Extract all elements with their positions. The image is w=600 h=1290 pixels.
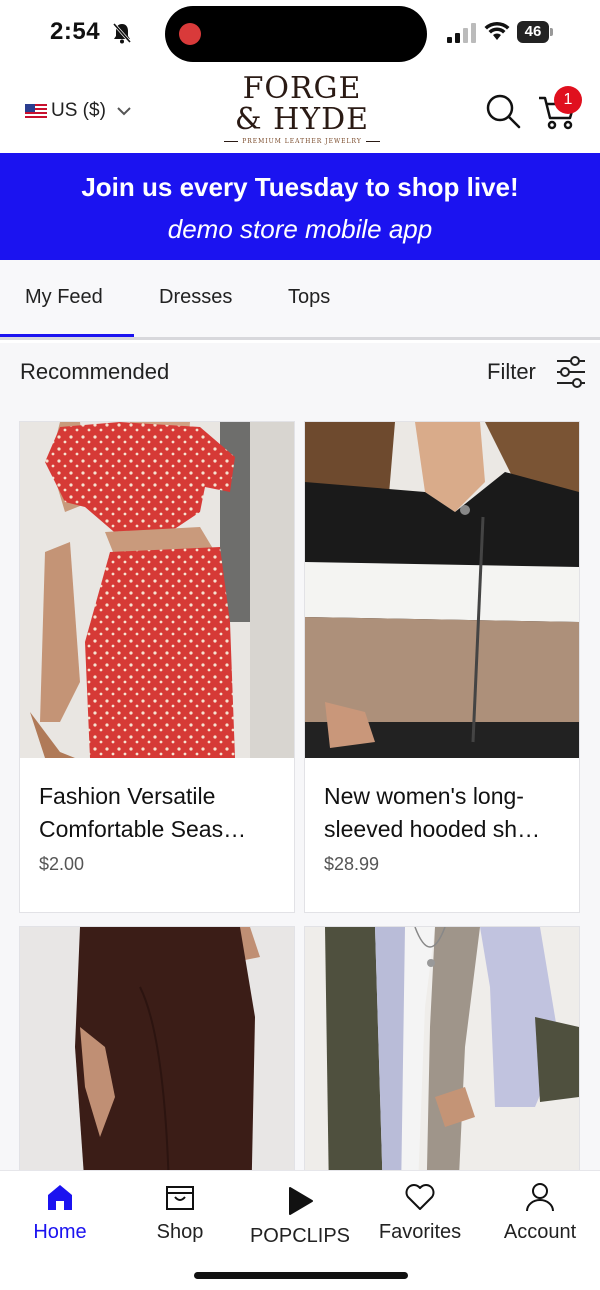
logo-line-1: FORGE — [242, 71, 362, 106]
product-card[interactable]: New women's long-sleeved hooded sh… $28.… — [304, 421, 580, 913]
wifi-icon — [484, 21, 510, 40]
logo-tagline: PREMIUM LEATHER JEWELRY — [222, 138, 382, 145]
nav-favorites[interactable]: Favorites — [360, 1171, 480, 1261]
product-price: $28.99 — [324, 854, 380, 874]
currency-selector[interactable]: US ($) — [25, 100, 132, 122]
product-title[interactable]: Fashion Versatile Comfortable Seas… — [39, 780, 279, 846]
signal-icon — [447, 23, 476, 43]
product-grid: Fashion Versatile Comfortable Seas… $2.0… — [0, 421, 600, 1170]
nav-home[interactable]: Home — [0, 1171, 120, 1261]
brand-logo[interactable]: FORGE & HYDE PREMIUM LEATHER JEWELRY — [222, 74, 382, 152]
nav-label-home: Home — [33, 1221, 87, 1243]
shopping-bag-icon — [166, 1186, 194, 1210]
filter-button[interactable]: Filter — [487, 359, 536, 385]
status-time: 2:54 — [50, 18, 101, 45]
app-header: US ($) FORGE & HYDE PREMIUM LEATHER JEWE… — [0, 66, 600, 153]
battery-indicator: 46 — [517, 21, 553, 43]
nav-popclips[interactable]: POPCLIPS — [240, 1171, 360, 1261]
recording-dot — [179, 23, 201, 45]
user-icon — [526, 1183, 554, 1212]
product-title[interactable]: New women's long-sleeved hooded sh… — [324, 780, 564, 846]
nav-account[interactable]: Account — [480, 1171, 600, 1261]
dynamic-island — [165, 6, 427, 62]
banner-subtitle: demo store mobile app — [167, 214, 433, 244]
product-card[interactable]: Fashion Versatile Comfortable Seas… $2.0… — [19, 421, 295, 913]
product-card[interactable] — [304, 926, 580, 1170]
search-icon[interactable] — [484, 92, 522, 130]
product-price: $2.00 — [39, 854, 85, 874]
logo-line-2: & HYDE — [234, 102, 370, 137]
product-card[interactable] — [19, 926, 295, 1170]
nav-label-popclips: POPCLIPS — [249, 1225, 351, 1247]
section-title: Recommended — [20, 359, 170, 384]
promo-banner[interactable]: Join us every Tuesday to shop live! demo… — [0, 153, 600, 260]
chevron-down-icon — [117, 107, 131, 116]
section-header: Recommended Filter — [0, 343, 600, 421]
flag-icon — [25, 104, 47, 118]
nav-shop[interactable]: Shop — [120, 1171, 240, 1261]
bell-slash-icon — [112, 23, 132, 44]
tab-my-feed[interactable]: My Feed — [25, 286, 103, 309]
category-tabs: My Feed Dresses Tops — [0, 260, 600, 340]
product-image[interactable] — [20, 422, 294, 758]
cart-count-badge: 1 — [554, 86, 582, 114]
status-bar: 2:54 46 — [0, 0, 600, 66]
battery-level: 46 — [517, 21, 549, 43]
nav-label-account: Account — [503, 1221, 577, 1243]
filter-sliders-icon[interactable] — [555, 355, 587, 389]
heart-icon — [405, 1184, 435, 1210]
currency-label: US ($) — [51, 100, 106, 121]
active-tab-indicator — [0, 334, 134, 337]
battery-tip — [550, 28, 553, 36]
home-icon — [48, 1185, 72, 1210]
play-icon — [289, 1187, 313, 1215]
product-image[interactable] — [20, 927, 294, 1170]
home-indicator — [194, 1272, 408, 1279]
banner-title: Join us every Tuesday to shop live! — [81, 172, 519, 202]
nav-label-shop: Shop — [156, 1221, 204, 1243]
nav-label-favorites: Favorites — [378, 1221, 462, 1243]
tab-tops[interactable]: Tops — [288, 286, 330, 309]
product-image[interactable] — [305, 927, 579, 1170]
product-image[interactable] — [305, 422, 579, 758]
tab-dresses[interactable]: Dresses — [159, 286, 232, 309]
